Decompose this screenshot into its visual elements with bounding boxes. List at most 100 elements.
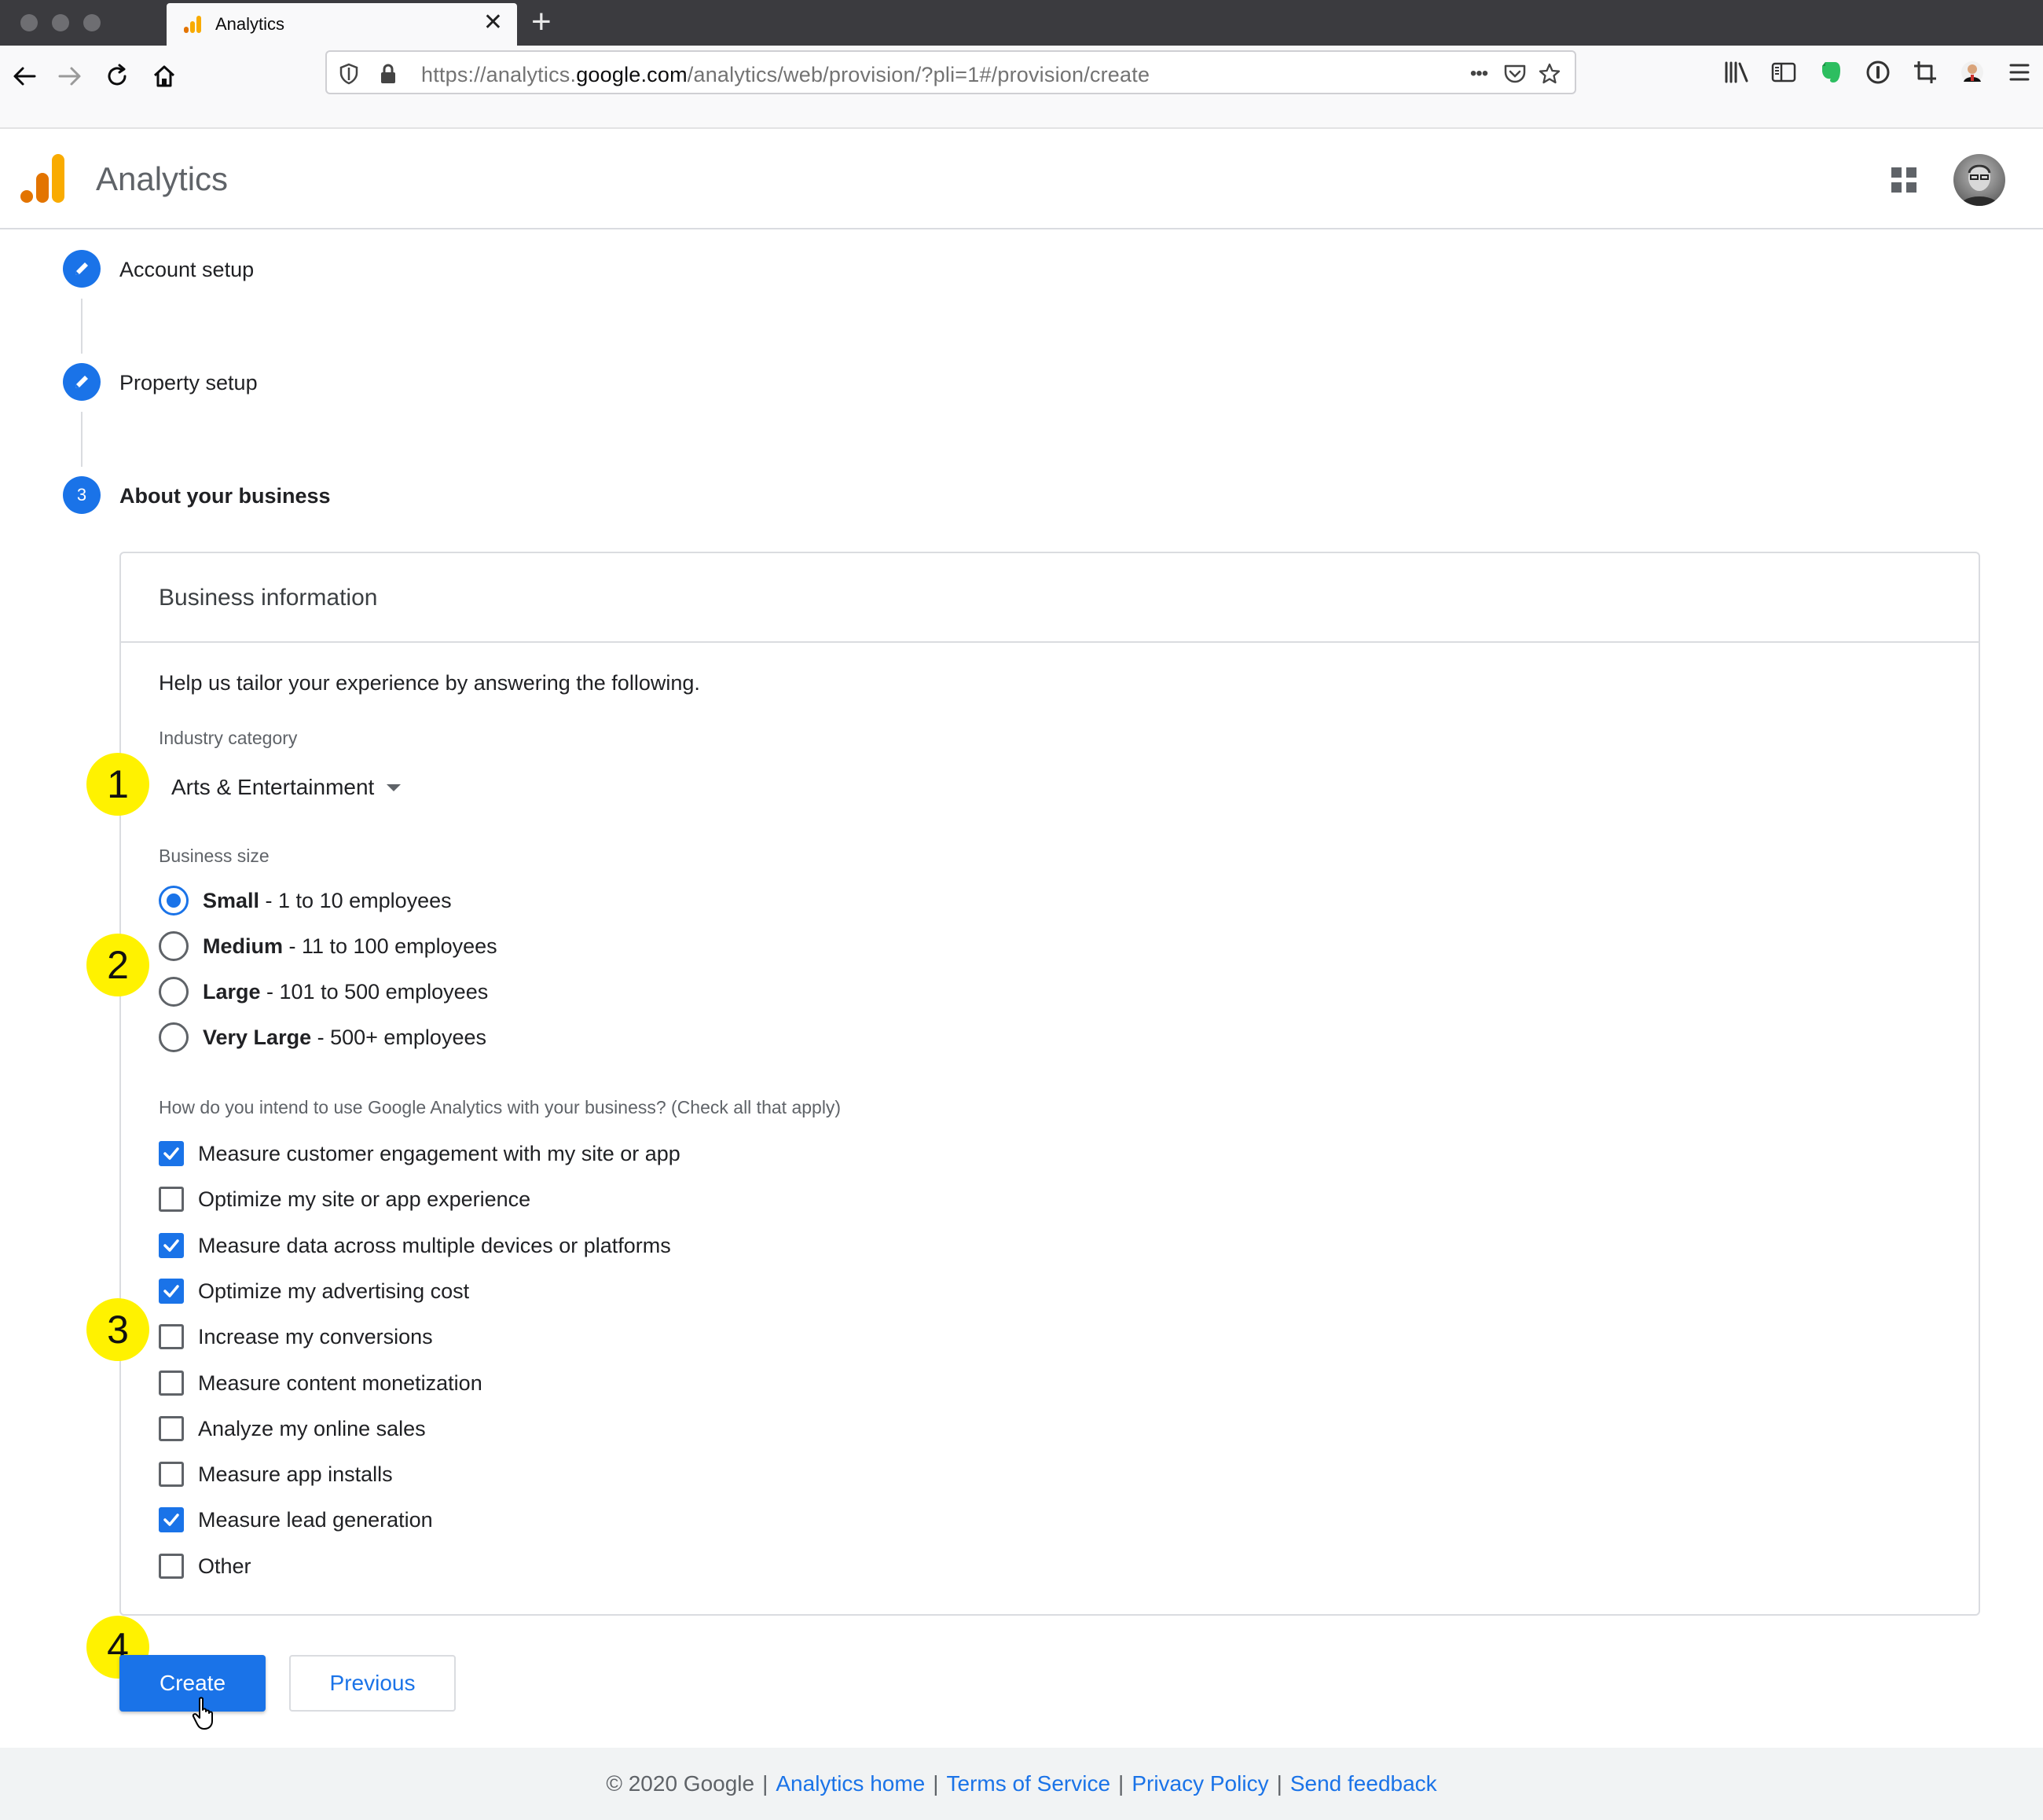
usage-option[interactable]: Measure lead generation <box>159 1504 433 1536</box>
business-size-option-medium[interactable]: Medium - 11 to 100 employees <box>159 929 497 963</box>
screenshot-crop-icon[interactable] <box>1909 57 1941 88</box>
usage-option[interactable]: Other <box>159 1550 251 1582</box>
url-path: /analytics/web/provision/?pli=1#/provisi… <box>687 63 1150 86</box>
card-title: Business information <box>159 585 378 611</box>
usage-option-label: Measure app installs <box>198 1462 393 1486</box>
checkbox-unchecked[interactable] <box>159 1462 184 1487</box>
annotation-marker-1: 1 <box>86 753 149 816</box>
size-detail: - 101 to 500 employees <box>260 979 489 1004</box>
checkbox-checked[interactable] <box>159 1141 184 1166</box>
checkbox-unchecked[interactable] <box>159 1371 184 1396</box>
size-name: Small <box>203 888 260 912</box>
footer-separator: | <box>1118 1771 1124 1796</box>
profile-extension-icon[interactable] <box>1957 57 1988 88</box>
window-close-dot[interactable] <box>20 14 38 31</box>
checkmark-icon <box>163 1147 179 1160</box>
footer-copyright: © 2020 Google <box>606 1771 755 1796</box>
checkbox-checked[interactable] <box>159 1233 184 1258</box>
radio-selected[interactable] <box>159 886 189 916</box>
usage-option-label: Measure lead generation <box>198 1507 433 1532</box>
pocket-icon[interactable] <box>1502 61 1528 86</box>
business-size-option-large[interactable]: Large - 101 to 500 employees <box>159 974 488 1009</box>
usage-option[interactable]: Optimize my advertising cost <box>159 1275 469 1307</box>
usage-option[interactable]: Measure content monetization <box>159 1367 482 1399</box>
industry-category-label: Industry category <box>159 728 298 748</box>
step-1-label[interactable]: Account setup <box>119 258 254 282</box>
checkmark-icon <box>163 1239 179 1252</box>
step-1-edit-icon[interactable] <box>63 250 101 288</box>
browser-nav-bar: https://analytics.google.com/analytics/w… <box>0 46 2043 129</box>
back-icon[interactable] <box>5 57 44 96</box>
window-zoom-dot[interactable] <box>83 14 101 31</box>
password-manager-icon[interactable] <box>1862 57 1894 88</box>
browser-tab-analytics[interactable]: Analytics ✕ <box>167 3 517 46</box>
checkbox-checked[interactable] <box>159 1507 184 1532</box>
checkbox-unchecked[interactable] <box>159 1554 184 1579</box>
user-avatar[interactable] <box>1953 154 2005 206</box>
usage-option[interactable]: Measure data across multiple devices or … <box>159 1230 671 1261</box>
new-tab-icon[interactable]: + <box>531 5 552 39</box>
usage-option[interactable]: Optimize my site or app experience <box>159 1183 530 1215</box>
bookmark-star-icon[interactable] <box>1537 61 1562 86</box>
annotation-marker-2: 2 <box>86 934 149 996</box>
step-2-edit-icon[interactable] <box>63 363 101 401</box>
industry-category-select[interactable]: Arts & Entertainment <box>171 772 402 803</box>
radio-unselected[interactable] <box>159 931 189 961</box>
annotation-marker-3: 3 <box>86 1298 149 1361</box>
analytics-logo-icon[interactable] <box>20 154 66 203</box>
reload-icon[interactable] <box>97 57 137 96</box>
close-tab-icon[interactable]: ✕ <box>483 11 503 35</box>
evernote-icon[interactable] <box>1815 57 1847 88</box>
step-2-label[interactable]: Property setup <box>119 371 258 395</box>
card-divider <box>121 641 1979 643</box>
usage-question-label: How do you intend to use Google Analytic… <box>159 1097 842 1117</box>
app-header: Analytics <box>0 129 2043 229</box>
lock-icon[interactable] <box>376 61 401 86</box>
checkbox-unchecked[interactable] <box>159 1187 184 1212</box>
footer-link-send-feedback[interactable]: Send feedback <box>1290 1771 1437 1796</box>
usage-option[interactable]: Analyze my online sales <box>159 1413 426 1444</box>
checkbox-unchecked[interactable] <box>159 1324 184 1349</box>
usage-option[interactable]: Measure app installs <box>159 1459 393 1490</box>
size-name: Large <box>203 979 261 1004</box>
size-detail: - 11 to 100 employees <box>283 934 497 958</box>
radio-unselected[interactable] <box>159 977 189 1007</box>
browser-tab-bar: Analytics ✕ + <box>0 0 2043 46</box>
library-icon[interactable] <box>1721 57 1752 88</box>
business-information-card: Business information Help us tailor your… <box>119 552 1980 1616</box>
usage-option-label: Measure customer engagement with my site… <box>198 1141 680 1165</box>
footer-link-analytics-home[interactable]: Analytics home <box>776 1771 925 1796</box>
business-size-option-very-large[interactable]: Very Large - 500+ employees <box>159 1020 486 1055</box>
industry-category-value: Arts & Entertainment <box>171 775 375 799</box>
step-connector <box>81 412 83 467</box>
usage-option-label: Analyze my online sales <box>198 1416 426 1440</box>
checkbox-unchecked[interactable] <box>159 1416 184 1441</box>
checkmark-icon <box>163 1285 179 1297</box>
window-minimize-dot[interactable] <box>52 14 69 31</box>
footer-separator: | <box>933 1771 939 1796</box>
footer-link-privacy-policy[interactable]: Privacy Policy <box>1132 1771 1268 1796</box>
forward-icon[interactable] <box>50 57 90 96</box>
footer-link-terms-of-service[interactable]: Terms of Service <box>947 1771 1111 1796</box>
size-name: Medium <box>203 934 284 958</box>
step-3-number: 3 <box>63 476 101 514</box>
size-detail: - 500+ employees <box>311 1025 486 1049</box>
usage-option[interactable]: Increase my conversions <box>159 1321 433 1352</box>
checkbox-checked[interactable] <box>159 1279 184 1304</box>
app-title: Analytics <box>96 160 229 197</box>
apps-grid-icon[interactable] <box>1890 166 1918 194</box>
radio-unselected[interactable] <box>159 1022 189 1052</box>
usage-option[interactable]: Measure customer engagement with my site… <box>159 1138 680 1169</box>
business-size-option-small[interactable]: Small - 1 to 10 employees <box>159 883 452 918</box>
home-icon[interactable] <box>145 57 184 96</box>
menu-hamburger-icon[interactable] <box>2004 57 2035 88</box>
step-connector <box>81 299 83 354</box>
usage-option-label: Optimize my site or app experience <box>198 1187 531 1211</box>
url-bar[interactable]: https://analytics.google.com/analytics/w… <box>325 50 1576 94</box>
url-text[interactable]: https://analytics.google.com/analytics/w… <box>421 63 1150 87</box>
previous-button[interactable]: Previous <box>289 1655 456 1712</box>
page-actions-icon[interactable]: ••• <box>1462 61 1496 86</box>
sidebar-icon[interactable] <box>1768 57 1799 88</box>
tracking-shield-icon[interactable] <box>336 61 361 86</box>
url-prefix: https://analytics. <box>421 63 577 86</box>
